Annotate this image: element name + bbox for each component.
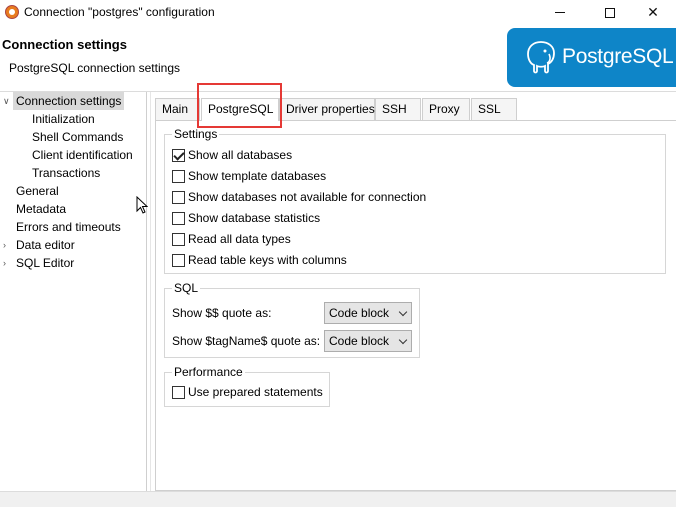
close-button[interactable]: ✕ bbox=[630, 0, 676, 25]
settings-group-label: Settings bbox=[172, 127, 220, 141]
sql-group-label: SQL bbox=[172, 281, 201, 295]
close-icon: ✕ bbox=[647, 4, 659, 20]
expand-down-icon[interactable]: ∨ bbox=[3, 92, 11, 110]
tagname-quote-select[interactable]: Code block bbox=[324, 330, 412, 352]
checkbox[interactable] bbox=[172, 232, 185, 246]
option-label: Read all data types bbox=[188, 232, 291, 246]
option-label: Use prepared statements bbox=[188, 385, 323, 399]
option-show-database-statistics[interactable]: Show database statistics bbox=[172, 209, 320, 227]
postgresql-logo: PostgreSQL bbox=[507, 28, 676, 87]
tree-item-metadata[interactable]: Metadata bbox=[16, 200, 66, 218]
option-show-all-databases[interactable]: Show all databases bbox=[172, 146, 292, 164]
mouse-pointer-icon bbox=[136, 196, 148, 214]
checkbox[interactable] bbox=[172, 385, 185, 399]
settings-tree: ∨ Connection settings Initialization She… bbox=[0, 92, 146, 491]
chevron-down-icon bbox=[398, 307, 408, 317]
option-show-unavailable-databases[interactable]: Show databases not available for connect… bbox=[172, 188, 426, 206]
elephant-icon bbox=[527, 41, 555, 74]
maximize-button[interactable] bbox=[587, 0, 633, 25]
dollar-quote-label: Show $$ quote as: bbox=[172, 306, 272, 320]
tree-item-sql-editor[interactable]: SQL Editor bbox=[16, 254, 74, 272]
checkbox[interactable] bbox=[172, 211, 185, 225]
settings-group: Settings Show all databases Show templat… bbox=[164, 127, 666, 274]
tree-item-initialization[interactable]: Initialization bbox=[32, 110, 95, 128]
window-title: Connection "postgres" configuration bbox=[24, 5, 215, 19]
minimize-icon bbox=[555, 12, 565, 13]
page-subtitle: PostgreSQL connection settings bbox=[9, 61, 180, 75]
tab-main[interactable]: Main bbox=[155, 98, 200, 120]
minimize-button[interactable] bbox=[537, 0, 583, 25]
select-value: Code block bbox=[329, 306, 390, 320]
option-label: Show databases not available for connect… bbox=[188, 190, 427, 204]
tab-postgresql[interactable]: PostgreSQL bbox=[201, 98, 279, 121]
performance-group-label: Performance bbox=[172, 365, 245, 379]
select-value: Code block bbox=[329, 334, 390, 348]
title-bar: Connection "postgres" configuration ✕ bbox=[0, 0, 676, 25]
tree-item-errors-and-timeouts[interactable]: Errors and timeouts bbox=[16, 218, 121, 236]
chevron-down-icon bbox=[398, 335, 408, 345]
option-label: Show all databases bbox=[188, 148, 293, 162]
tree-item-client-identification[interactable]: Client identification bbox=[32, 146, 133, 164]
option-label: Read table keys with columns bbox=[188, 253, 347, 267]
tagname-quote-label: Show $tagName$ quote as: bbox=[172, 334, 321, 348]
tree-item-transactions[interactable]: Transactions bbox=[32, 164, 100, 182]
dbeaver-app-icon bbox=[5, 5, 19, 19]
checkbox[interactable] bbox=[172, 169, 185, 183]
checkbox[interactable] bbox=[172, 190, 185, 204]
option-label: Show template databases bbox=[188, 169, 327, 183]
tree-divider[interactable] bbox=[146, 92, 147, 491]
logo-text: PostgreSQL bbox=[562, 45, 674, 68]
tab-ssl[interactable]: SSL bbox=[471, 98, 517, 120]
page-header: Connection settings PostgreSQL connectio… bbox=[0, 25, 676, 91]
checkbox[interactable] bbox=[172, 253, 185, 267]
option-label: Show database statistics bbox=[188, 211, 321, 225]
option-read-table-keys-with-columns[interactable]: Read table keys with columns bbox=[172, 251, 347, 269]
postgresql-tab-panel: Settings Show all databases Show templat… bbox=[155, 120, 676, 491]
tree-item-data-editor[interactable]: Data editor bbox=[16, 236, 75, 254]
expand-right-icon[interactable]: › bbox=[3, 236, 11, 254]
bottom-bar bbox=[0, 491, 676, 507]
page-title: Connection settings bbox=[2, 37, 127, 52]
tree-item-connection-settings[interactable]: Connection settings bbox=[13, 92, 125, 110]
sql-group: SQL Show $$ quote as: Code block Show $t… bbox=[164, 281, 420, 358]
performance-group: Performance Use prepared statements bbox=[164, 365, 330, 407]
option-read-all-data-types[interactable]: Read all data types bbox=[172, 230, 291, 248]
expand-right-icon[interactable]: › bbox=[3, 254, 11, 272]
option-show-template-databases[interactable]: Show template databases bbox=[172, 167, 326, 185]
tree-item-shell-commands[interactable]: Shell Commands bbox=[32, 128, 123, 146]
tab-driver-properties[interactable]: Driver properties bbox=[279, 98, 375, 120]
option-use-prepared-statements[interactable]: Use prepared statements bbox=[172, 383, 323, 401]
dollar-quote-select[interactable]: Code block bbox=[324, 302, 412, 324]
tree-item-general[interactable]: General bbox=[16, 182, 59, 200]
checkbox-checked[interactable] bbox=[172, 148, 185, 162]
tab-proxy[interactable]: Proxy bbox=[422, 98, 470, 120]
tab-ssh[interactable]: SSH bbox=[375, 98, 421, 120]
tree-divider-shadow bbox=[150, 92, 151, 491]
maximize-icon bbox=[605, 7, 615, 18]
